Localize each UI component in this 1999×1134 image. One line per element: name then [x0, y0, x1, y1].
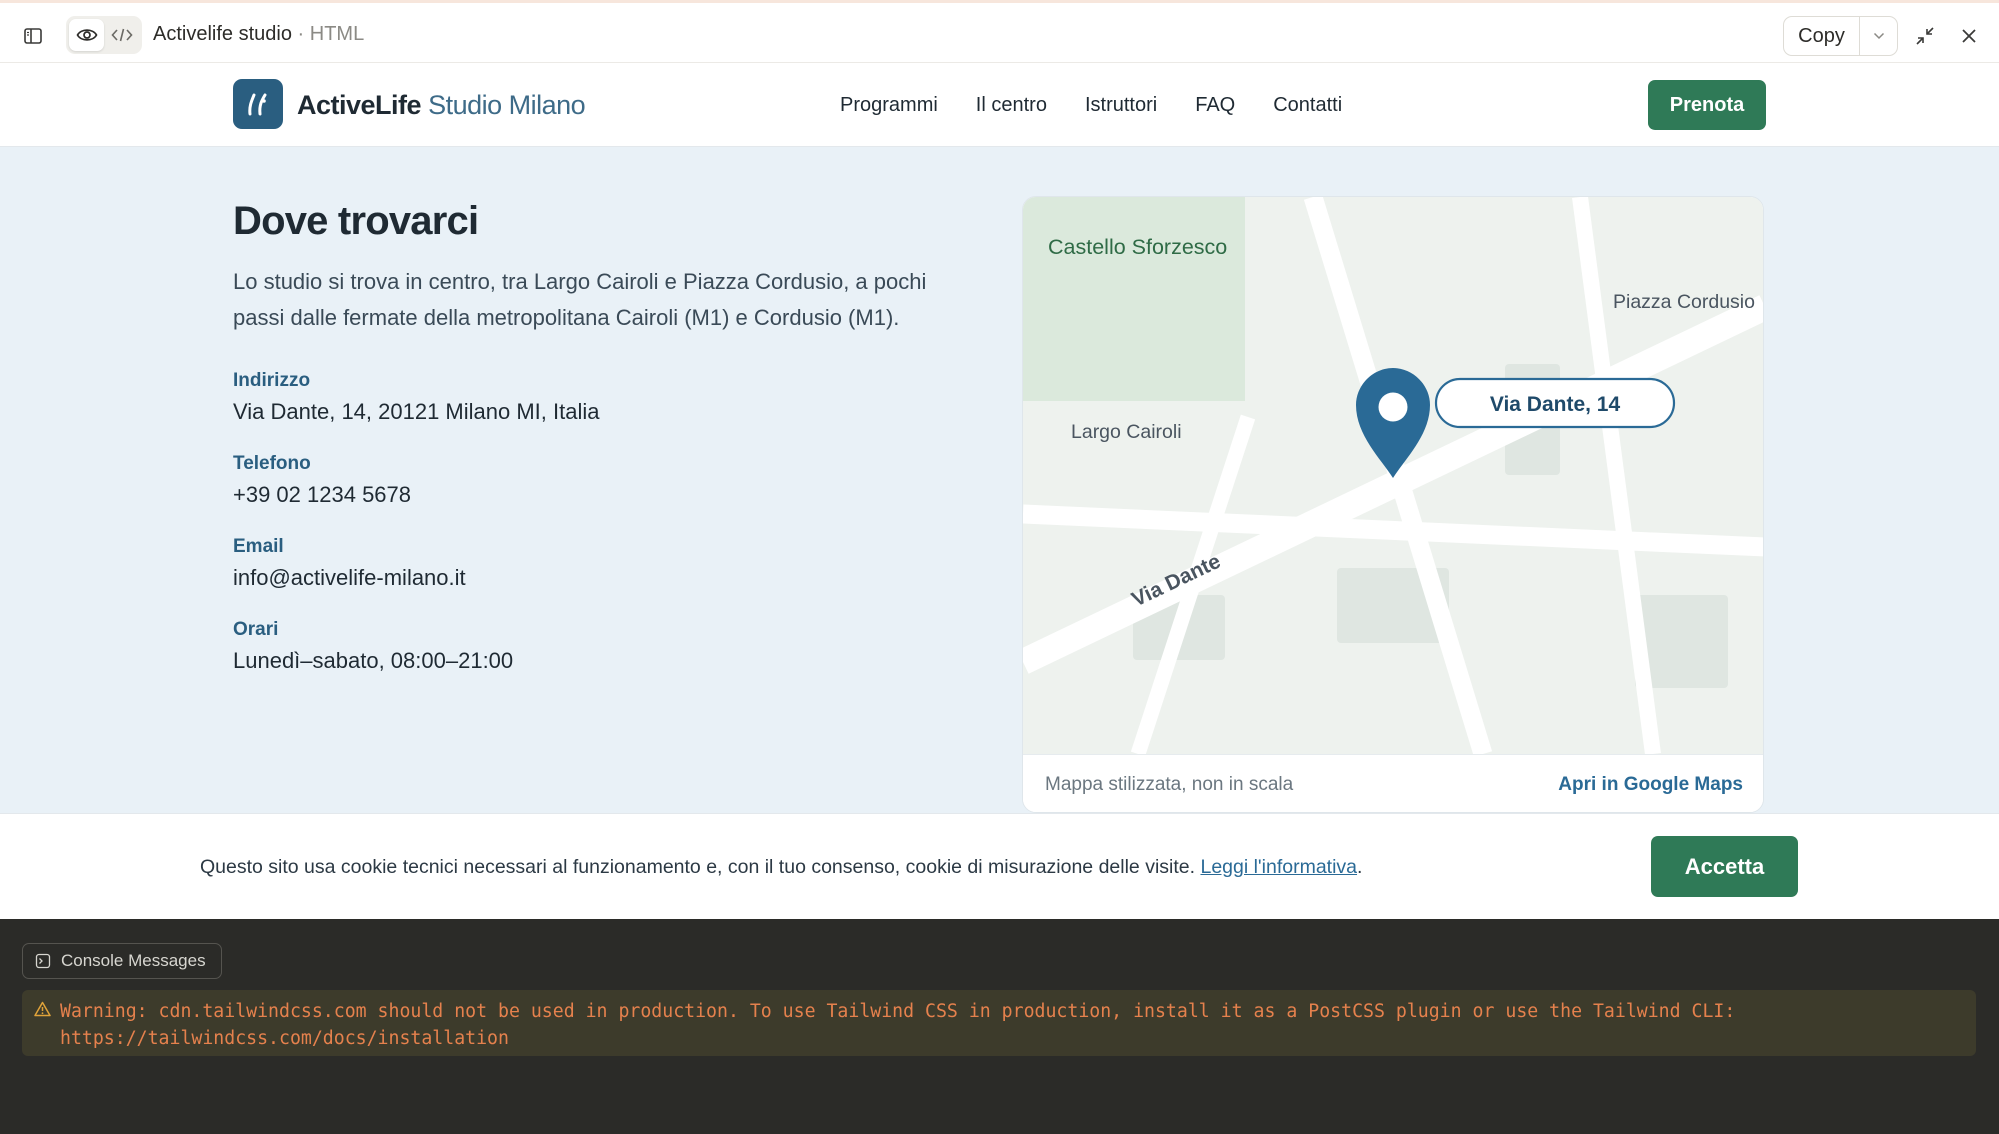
address-label: Indirizzo [233, 370, 311, 391]
label-cairoli: Largo Cairoli [1071, 421, 1182, 443]
hours-label: Orari [233, 619, 279, 640]
main-nav: Programmi Il centro Istruttori FAQ Conta… [840, 94, 1380, 117]
hours-value: Lunedì–sabato, 08:00–21:00 [233, 648, 514, 673]
brand-bold: ActiveLife [297, 90, 422, 120]
cookie-message: Questo sito usa cookie tecnici necessari… [200, 856, 1362, 879]
brand-light: Studio Milano [428, 90, 586, 120]
nav-contatti[interactable]: Contatti [1273, 94, 1342, 117]
pin-label: Via Dante, 14 [1490, 393, 1621, 416]
stylized-map: Castello Sforzesco Piazza Cordusio Largo… [1023, 197, 1763, 757]
email-value[interactable]: info@activelife-milano.it [233, 565, 466, 591]
section-intro: Lo studio si trova in centro, tra Largo … [233, 269, 927, 330]
collapse-icon[interactable] [1910, 21, 1940, 51]
sidebar-toggle-icon[interactable] [18, 21, 48, 51]
brand-name[interactable]: ActiveLife Studio Milano [297, 90, 586, 121]
cookie-text: Questo sito usa cookie tecnici necessari… [200, 856, 1196, 878]
title-separator: · [297, 23, 305, 45]
nav-programmi[interactable]: Programmi [840, 94, 938, 117]
prenota-button[interactable]: Prenota [1648, 80, 1766, 130]
map-card: Castello Sforzesco Piazza Cordusio Largo… [1022, 196, 1764, 813]
castello-park [1023, 197, 1245, 401]
artifact-title: Activelife studio · HTML [153, 23, 364, 46]
cookie-text-end: . [1357, 856, 1363, 878]
nav-il-centro[interactable]: Il centro [976, 94, 1047, 117]
code-view-icon[interactable] [104, 19, 139, 51]
console-messages-tab[interactable]: Console Messages [22, 943, 222, 979]
chevron-down-icon[interactable] [1860, 17, 1897, 55]
warning-text: Warning: cdn.tailwindcss.com should not … [60, 1001, 1736, 1049]
artifact-name: Activelife studio [153, 23, 292, 45]
console-warning: Warning: cdn.tailwindcss.com should not … [22, 990, 1976, 1056]
address-value: Via Dante, 14, 20121 Milano MI, Italia [233, 399, 600, 424]
console-panel: Console Messages Warning: cdn.tailwindcs… [0, 919, 1999, 1134]
artifact-toolbar: Activelife studio · HTML Copy [0, 0, 1999, 63]
copy-button[interactable]: Copy [1784, 17, 1860, 55]
close-icon[interactable] [1954, 21, 1984, 51]
email-label: Email [233, 536, 284, 557]
label-cordusio: Piazza Cordusio [1613, 291, 1755, 313]
console-tab-label: Console Messages [61, 951, 206, 970]
location-section: Dove trovarci Lo studio si trova in cent… [0, 147, 1999, 813]
copy-button-group: Copy [1783, 16, 1898, 56]
cookie-banner: Questo sito usa cookie tecnici necessari… [0, 813, 1999, 919]
warning-icon [34, 1001, 51, 1022]
cookie-policy-link[interactable]: Leggi l'informativa [1200, 856, 1357, 878]
phone-value[interactable]: +39 02 1234 5678 [233, 482, 411, 508]
map-footer: Mappa stilizzata, non in scala Apri in G… [1023, 754, 1763, 812]
view-mode-toggle [66, 16, 142, 54]
map-note: Mappa stilizzata, non in scala [1045, 774, 1294, 795]
accept-cookies-button[interactable]: Accetta [1651, 836, 1798, 897]
preview-eye-icon[interactable] [69, 19, 104, 51]
console-icon [35, 953, 51, 969]
artifact-type: HTML [309, 23, 365, 45]
google-maps-link[interactable]: Apri in Google Maps [1558, 774, 1743, 796]
nav-faq[interactable]: FAQ [1195, 94, 1235, 117]
nav-istruttori[interactable]: Istruttori [1085, 94, 1157, 117]
section-title: Dove trovarci [233, 199, 479, 243]
logo-icon[interactable] [233, 79, 283, 129]
label-castello: Castello Sforzesco [1048, 235, 1227, 259]
site-header: ActiveLife Studio Milano Programmi Il ce… [0, 63, 1999, 147]
phone-label: Telefono [233, 453, 311, 474]
